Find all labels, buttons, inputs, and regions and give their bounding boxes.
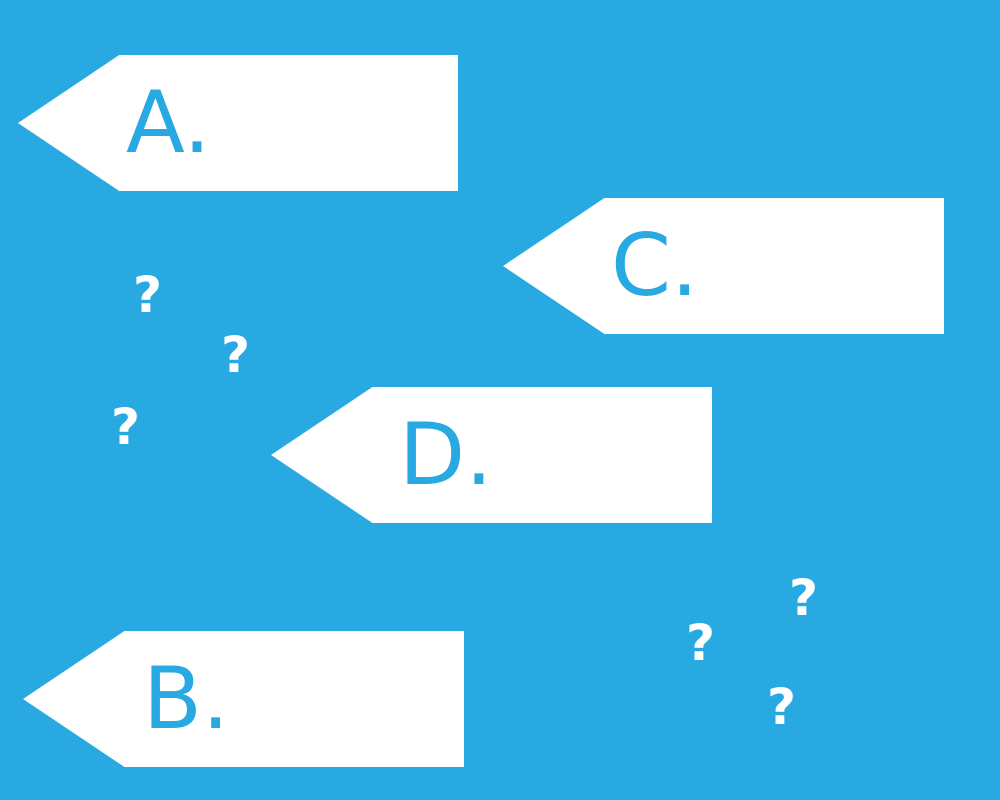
question-mark-icon: ? xyxy=(133,266,163,324)
question-mark-icon: ? xyxy=(111,398,141,456)
answer-option-b-label: B. xyxy=(143,649,230,749)
answer-option-a-label: A. xyxy=(126,73,211,173)
answer-option-c[interactable]: C. xyxy=(503,198,944,334)
question-mark-icon: ? xyxy=(789,569,819,627)
answer-option-d[interactable]: D. xyxy=(271,387,712,523)
question-mark-icon: ? xyxy=(686,614,716,672)
answer-option-a[interactable]: A. xyxy=(18,55,458,191)
question-mark-icon: ? xyxy=(767,678,797,736)
answer-option-d-label: D. xyxy=(399,405,493,505)
answer-option-b[interactable]: B. xyxy=(23,631,464,767)
answer-option-c-label: C. xyxy=(611,216,699,316)
question-mark-icon: ? xyxy=(221,326,251,384)
